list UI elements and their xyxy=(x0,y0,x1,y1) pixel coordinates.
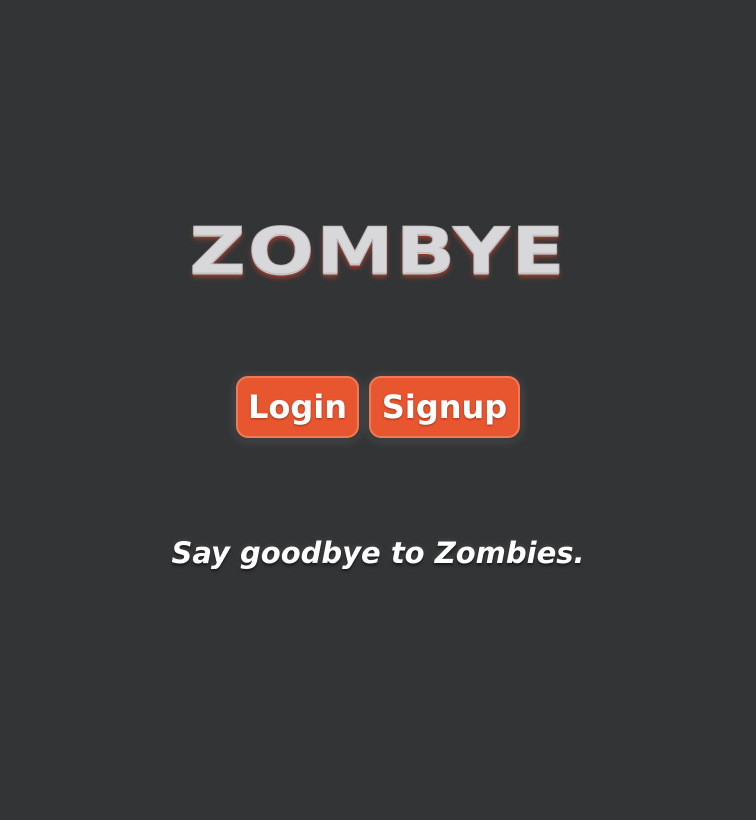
login-button[interactable]: Login xyxy=(236,376,359,438)
signup-button[interactable]: Signup xyxy=(369,376,520,438)
app-logo: ZOMBYE xyxy=(189,214,567,289)
auth-buttons: Login Signup xyxy=(0,376,756,438)
tagline: Say goodbye to Zombies. xyxy=(171,536,585,570)
